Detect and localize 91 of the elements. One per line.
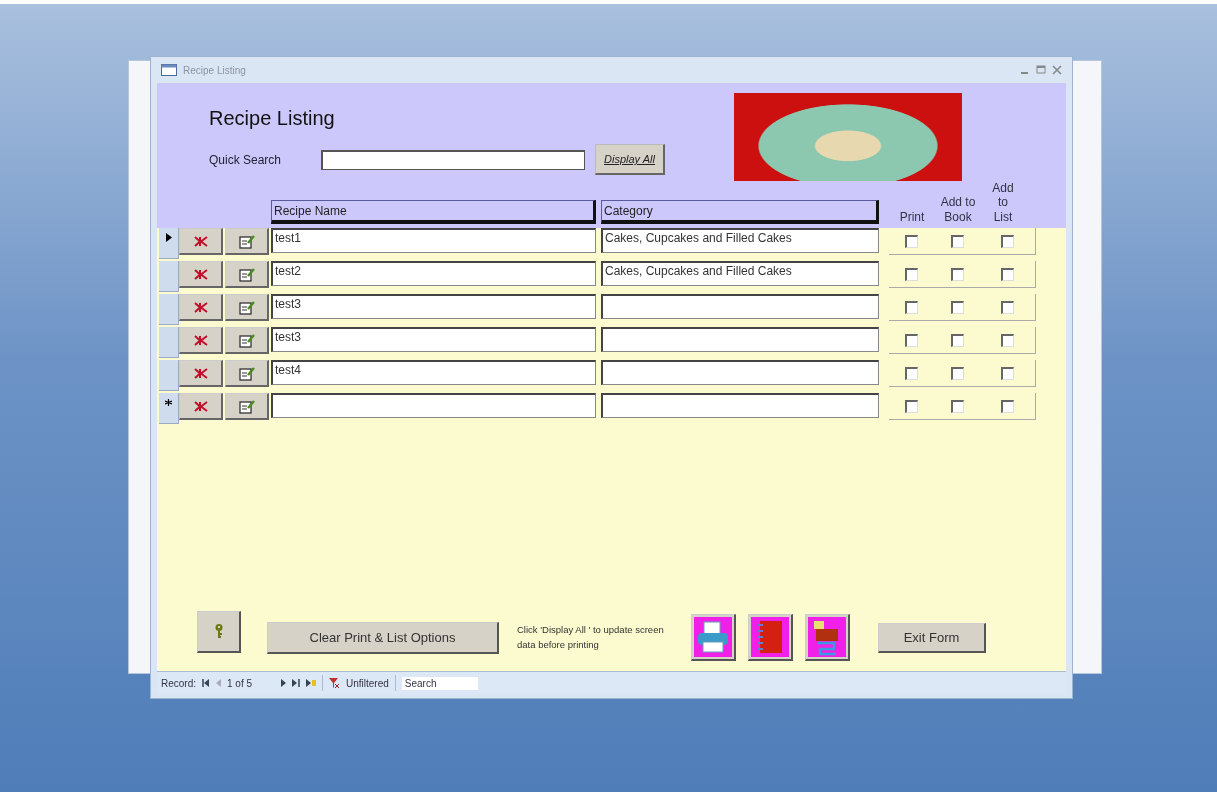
checkbox[interactable] [951,366,965,380]
checkbox[interactable] [1001,267,1015,281]
notebook-icon [751,617,789,657]
checkbox[interactable] [905,300,919,314]
recipe-name-field[interactable]: test1 [271,228,596,254]
new-record-icon[interactable] [306,679,316,687]
delete-icon [193,268,208,280]
edit-button[interactable] [225,360,269,388]
edit-button[interactable] [225,261,269,289]
category-field[interactable] [601,327,879,353]
recipe-name-field[interactable]: test3 [271,294,596,320]
printer-icon [694,617,732,657]
record-selector[interactable] [159,228,179,260]
search-label: Quick Search [209,152,283,167]
delete-button[interactable] [179,360,223,388]
category-field[interactable] [601,294,879,320]
checkbox[interactable] [905,267,919,281]
hint-text: Click 'Display All ' to update screen data before printing [517,623,665,652]
search-field[interactable] [321,149,585,170]
checkbox[interactable] [905,333,919,347]
folder-diagram-icon [808,617,846,657]
delete-button[interactable] [179,327,223,355]
category-field[interactable] [601,360,879,386]
checkbox[interactable] [1001,234,1015,248]
edit-icon [238,299,255,315]
record-position-field[interactable]: 1 of 5 [227,677,275,689]
checkbox[interactable] [905,366,919,380]
checkbox[interactable] [951,267,965,281]
column-header: Add to Book [939,195,977,225]
delete-button[interactable] [179,228,223,256]
maximize-icon[interactable] [1036,65,1046,75]
checkbox[interactable] [1001,300,1015,314]
column-header: Recipe Name [271,200,596,225]
last-record-icon[interactable] [292,679,300,687]
form-icon [161,64,177,76]
list-button[interactable] [805,614,850,661]
category-field[interactable]: Cakes, Cupcakes and Filled Cakes [601,228,879,254]
delete-button[interactable] [179,261,223,289]
current-record-icon [165,232,172,242]
status-search-field[interactable]: Search [401,676,478,690]
key-button[interactable] [197,610,241,653]
checkbox[interactable] [1001,333,1015,347]
key-icon [213,623,224,639]
clear-options-button[interactable]: Clear Print & List Options [267,621,499,654]
recipe-name-field[interactable]: test4 [271,360,596,386]
checkbox[interactable] [951,333,965,347]
checkbox[interactable] [905,234,919,248]
close-icon[interactable] [1052,65,1062,75]
filter-icon [329,677,340,689]
edit-icon [238,332,255,348]
edit-button[interactable] [225,327,269,355]
exit-form-button[interactable]: Exit Form [878,622,986,653]
next-record-icon[interactable] [281,679,286,687]
edit-icon [238,365,255,381]
display-all-button[interactable]: Display All [595,144,665,175]
checkbox[interactable] [951,399,965,413]
form-title: Recipe Listing [209,107,336,130]
delete-icon [193,400,208,412]
record-selector[interactable] [159,393,179,425]
delete-icon [193,301,208,313]
print-button[interactable] [691,614,736,661]
delete-icon [193,334,208,346]
checkbox[interactable] [905,399,919,413]
delete-icon [193,367,208,379]
delete-button[interactable] [179,393,223,421]
record-label: Record: [161,677,196,689]
category-field[interactable]: Cakes, Cupcakes and Filled Cakes [601,261,879,287]
category-field[interactable] [601,393,879,419]
column-header: Category [601,200,879,225]
delete-icon [193,235,208,247]
checkbox[interactable] [951,300,965,314]
edit-button[interactable] [225,294,269,322]
checkbox[interactable] [1001,399,1015,413]
first-record-icon[interactable] [202,679,210,687]
checkbox[interactable] [951,234,965,248]
edit-button[interactable] [225,393,269,421]
delete-button[interactable] [179,294,223,322]
edit-icon [238,266,255,282]
recipe-name-field[interactable]: test3 [271,327,596,353]
filter-status[interactable]: Unfiltered [346,677,389,689]
edit-icon [238,398,255,414]
recipe-name-field[interactable] [271,393,596,419]
checkbox[interactable] [1001,366,1015,380]
new-record-icon [165,398,172,406]
recipe-name-field[interactable]: test2 [271,261,596,287]
edit-icon [238,233,255,249]
edit-button[interactable] [225,228,269,256]
column-header: Print [898,209,926,225]
column-header: Add to List [991,181,1015,225]
book-button[interactable] [748,614,793,661]
window-title: Recipe Listing [183,64,246,76]
